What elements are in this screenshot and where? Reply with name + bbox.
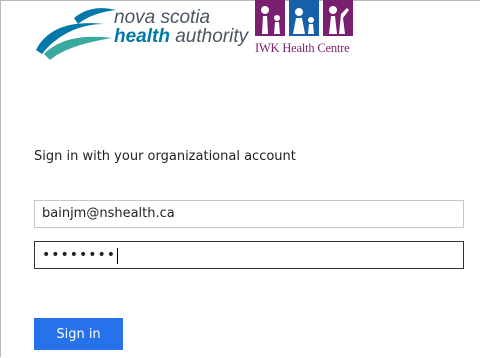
sign-in-button[interactable]: Sign in [34, 318, 123, 350]
iwk-figures-icon [255, 0, 353, 36]
nsha-logo-health: health [114, 26, 170, 47]
iwk-logo-text: IWK Health Centre [255, 41, 350, 55]
nsha-swoosh-icon [36, 8, 116, 60]
email-field[interactable]: bainjm@nshealth.ca [34, 200, 464, 228]
nsha-logo-line2: health authority [114, 26, 248, 48]
text-caret [117, 247, 119, 264]
password-field[interactable]: •••••••• [34, 241, 464, 269]
password-field-value: •••••••• [42, 247, 117, 263]
sign-in-heading: Sign in with your organizational account [34, 149, 296, 164]
nsha-logo-authority: authority [169, 26, 249, 47]
email-field-value: bainjm@nshealth.ca [42, 206, 175, 221]
nsha-logo: nova scotia health authority [34, 4, 248, 62]
iwk-logo: IWK Health Centre [252, 0, 368, 58]
